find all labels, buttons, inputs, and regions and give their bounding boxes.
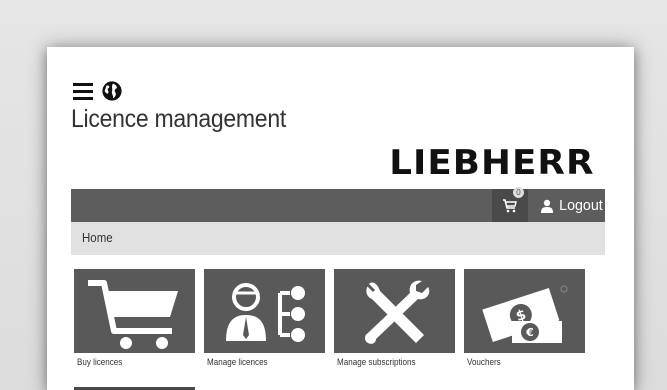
tile-manage-subscriptions[interactable]: Manage subscriptions [334,269,455,368]
tile-image: $ € [464,269,585,353]
shopping-cart-icon [88,280,178,349]
tile-image [334,269,455,353]
tile-label: Buy licences [77,357,123,368]
tile-label: Vouchers [467,357,501,368]
licence-management-window: Licence management LIEBHERR 0 Logout Hom… [47,47,634,390]
money-icon: $ € [482,285,568,343]
liebherr-logo: LIEBHERR [388,143,594,183]
tile-image [74,269,195,353]
user-icon [541,199,553,213]
top-navbar: 0 Logout [71,187,605,222]
logout-label: Logout [559,197,603,214]
logout-button[interactable]: Logout [541,189,604,222]
person-hierarchy-icon [226,283,305,342]
svg-text:€: € [525,326,534,339]
header-icons [73,79,123,103]
hamburger-menu-icon[interactable] [73,82,93,100]
tools-icon [362,279,430,344]
page-title: Licence management [71,105,286,133]
breadcrumb: Home [71,222,605,255]
tile-vouchers[interactable]: $ € Vouchers [464,269,585,368]
tile-manage-licences[interactable]: Manage licences [204,269,325,368]
tile-buy-licences[interactable]: Buy licences [74,269,195,368]
shopping-cart-icon [503,198,517,212]
cart-count-badge: 0 [513,187,524,198]
cart-button[interactable]: 0 [492,187,528,222]
tile-image [204,269,325,353]
globe-icon[interactable] [101,80,123,102]
tile-label: Manage subscriptions [337,357,416,368]
breadcrumb-home[interactable]: Home [82,231,113,245]
tile-label: Manage licences [207,357,268,368]
